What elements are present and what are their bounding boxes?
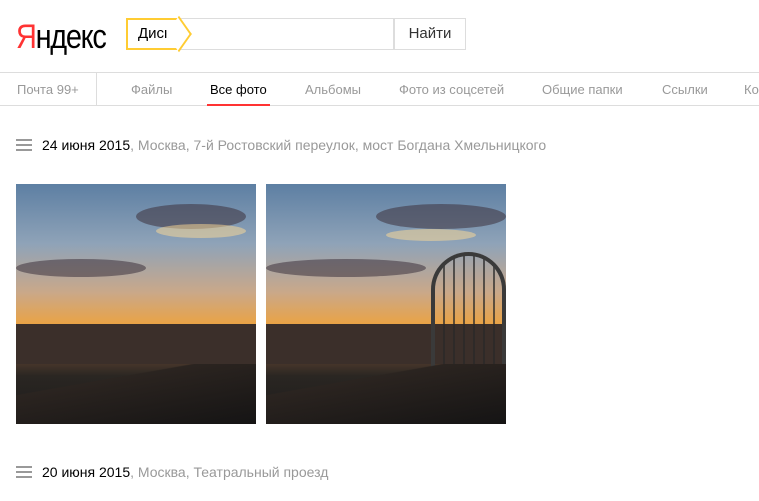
photo-group-header: 20 июня 2015, Москва, Театральный проезд <box>16 464 328 480</box>
service-tag: Диск <box>126 18 181 50</box>
tab-files[interactable]: Файлы <box>131 82 172 97</box>
tab-shared-folders[interactable]: Общие папки <box>542 82 623 97</box>
yandex-logo[interactable]: Яндекс <box>16 18 107 57</box>
tab-all-photos[interactable]: Все фото <box>207 82 270 106</box>
photo-group-header: 24 июня 2015, Москва, 7-й Ростовский пер… <box>16 137 546 153</box>
nav-tabs: Почта 99+ Файлы Все фото Альбомы Фото из… <box>0 72 759 106</box>
search-bar: Диск Найти <box>126 18 466 50</box>
tab-more[interactable]: Ко <box>744 82 759 97</box>
tab-albums[interactable]: Альбомы <box>305 82 361 97</box>
photo-thumbnail[interactable] <box>266 184 506 424</box>
menu-icon[interactable] <box>16 139 32 151</box>
search-input[interactable] <box>181 18 394 50</box>
nav-mail[interactable]: Почта 99+ <box>17 82 79 97</box>
nav-divider <box>96 73 97 105</box>
photo-thumbnail[interactable] <box>16 184 256 424</box>
tab-social-photos[interactable]: Фото из соцсетей <box>399 82 504 97</box>
tab-links[interactable]: Ссылки <box>662 82 708 97</box>
search-button[interactable]: Найти <box>394 18 466 50</box>
menu-icon[interactable] <box>16 466 32 478</box>
